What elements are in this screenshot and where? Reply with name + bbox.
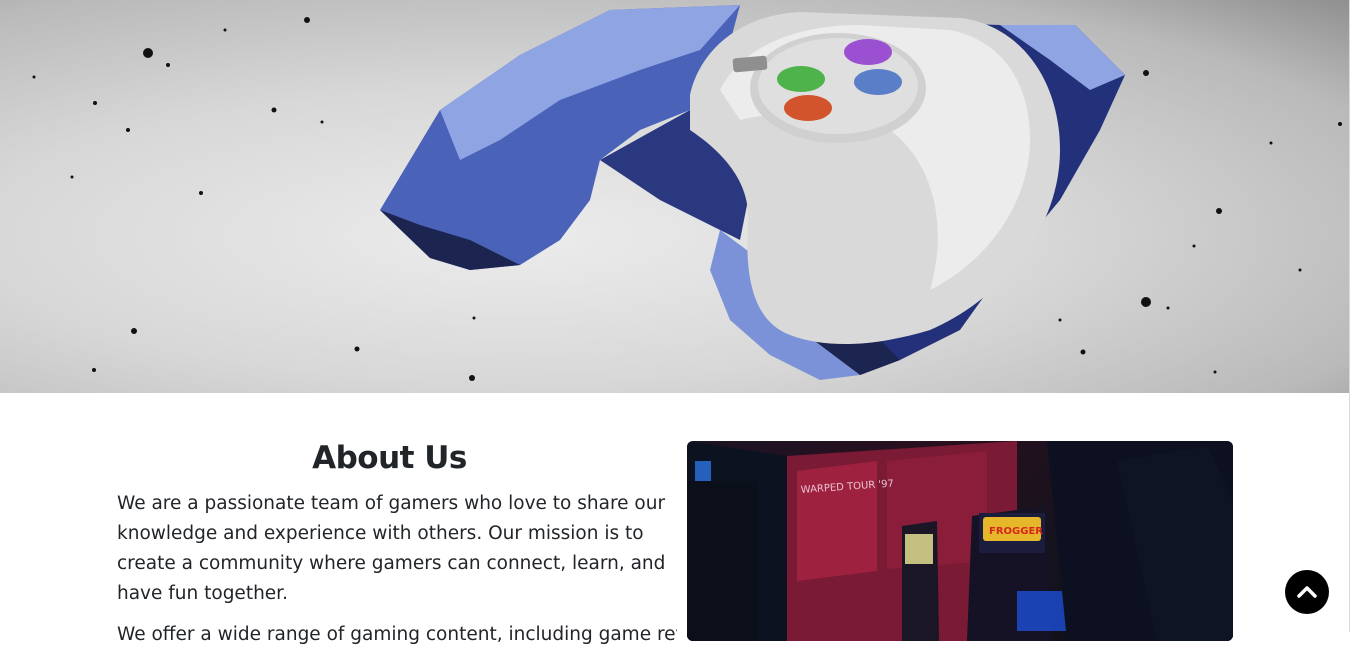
arcade-photo: WARPED TOUR '97 FROGGER [687,441,1233,641]
hero-banner-image [0,0,1350,393]
about-us-description: We are a passionate team of gamers who l… [117,493,666,604]
frogger-sign-text: FROGGER [989,526,1043,537]
about-us-heading: About Us [312,440,467,476]
back-to-top-button[interactable] [1285,570,1329,614]
about-us-description-continued: We offer a wide range of gaming content,… [117,624,677,645]
chevron-up-icon [1297,586,1317,598]
controller-illustration [32,5,1342,381]
